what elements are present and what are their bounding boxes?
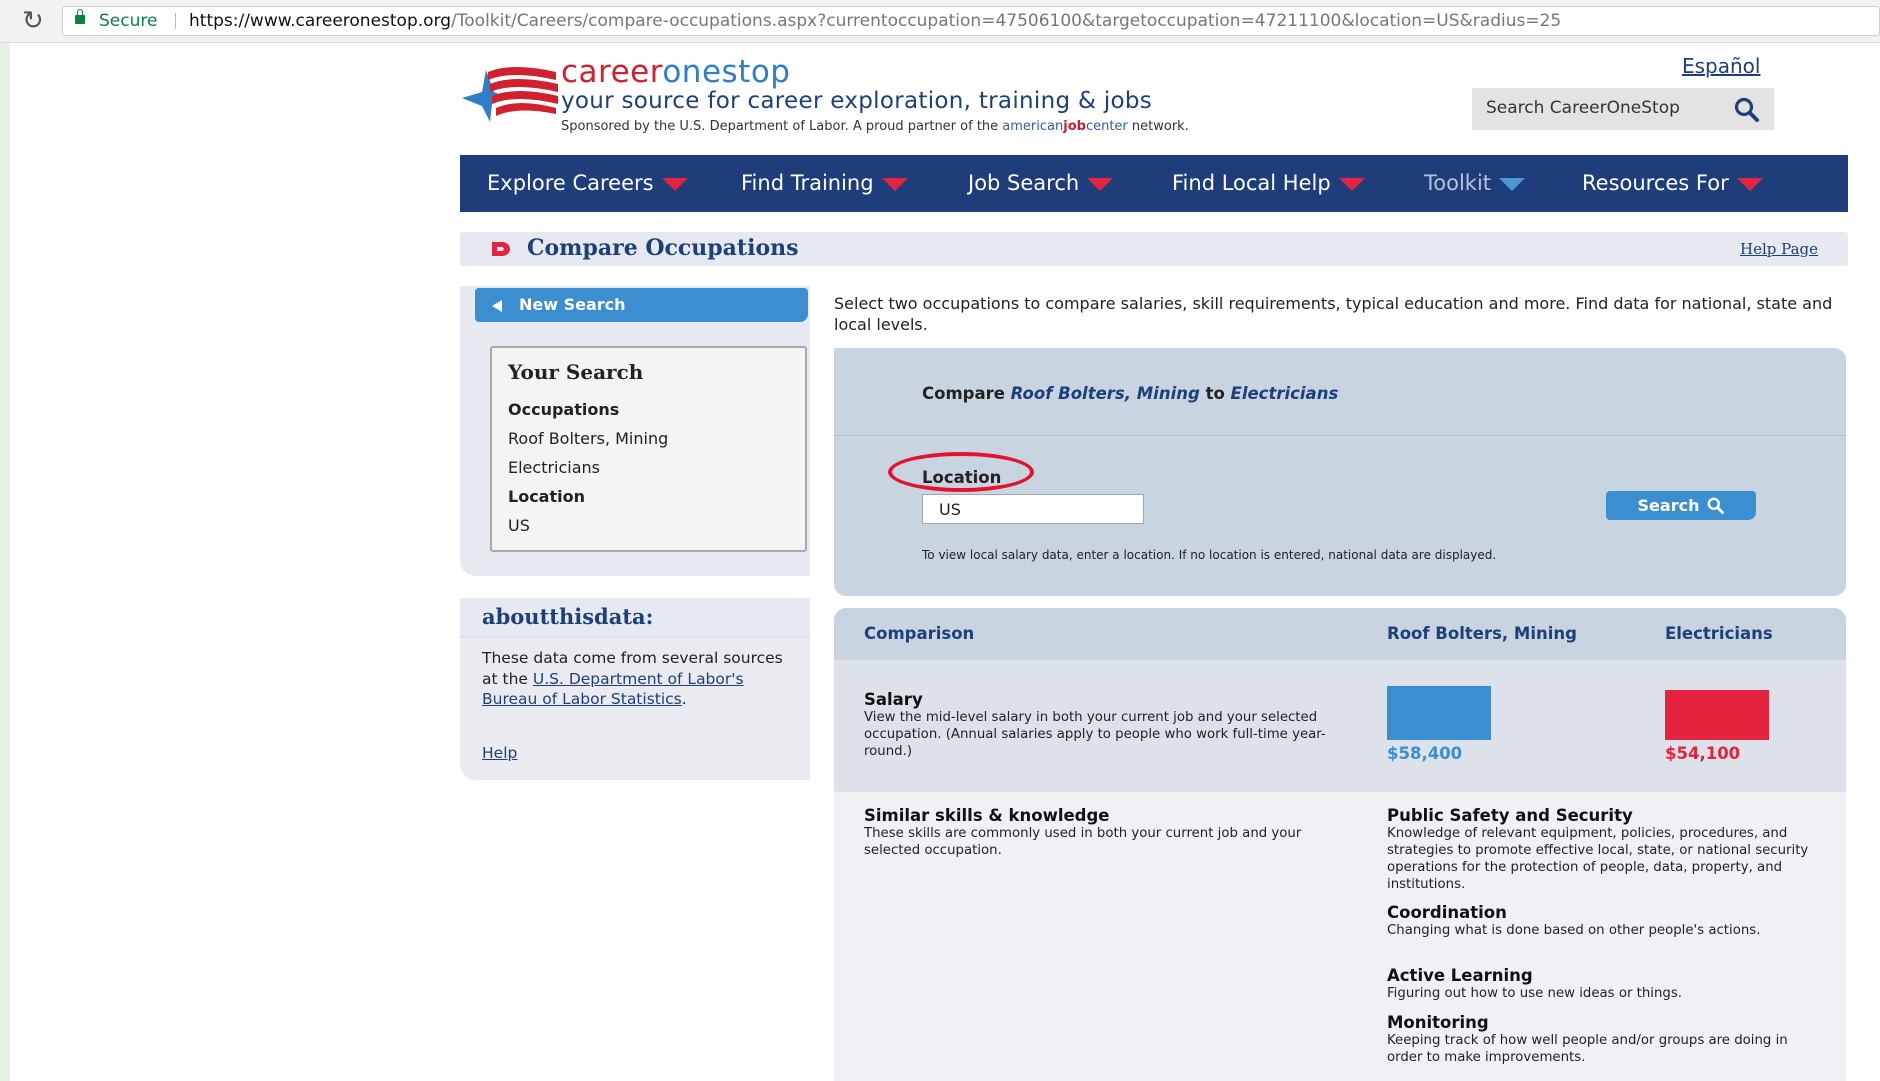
about-text: These data come from several sources at … — [482, 649, 783, 708]
salary-description: View the mid-level salary in both your c… — [864, 710, 1326, 759]
page-title: Compare Occupations — [527, 235, 799, 261]
address-separator — [175, 13, 176, 29]
location-value: US — [508, 516, 530, 535]
chevron-down-icon — [661, 177, 688, 191]
tagline: your source for career exploration, trai… — [561, 88, 1153, 114]
col-comparison: Comparison — [864, 624, 975, 643]
skill-name: Public Safety and Security — [1387, 806, 1633, 825]
col-occupation-2: Electricians — [1665, 624, 1773, 643]
salary-row: Salary View the mid-level salary in both… — [834, 660, 1846, 792]
skill-description: Figuring out how to use new ideas or thi… — [1387, 986, 1683, 1001]
nav-explore-careers[interactable]: Explore Careers — [487, 155, 688, 212]
panel-divider — [834, 435, 1846, 436]
comparison-table: Comparison Roof Bolters, Mining Electric… — [834, 608, 1846, 1081]
nav-resources-for[interactable]: Resources For — [1582, 155, 1763, 212]
chevron-down-icon — [1087, 177, 1114, 191]
new-search-button[interactable]: New Search — [475, 288, 808, 322]
compare-heading: Compare Roof Bolters, Mining to Electric… — [922, 384, 1339, 403]
your-search-box: Your Search Occupations Roof Bolters, Mi… — [490, 346, 807, 552]
salary-bar-occupation-1 — [1387, 686, 1491, 740]
sponsor-line: Sponsored by the U.S. Department of Labo… — [561, 119, 1189, 134]
skill-name: Coordination — [1387, 903, 1507, 922]
comparison-header-row: Comparison Roof Bolters, Mining Electric… — [834, 608, 1846, 660]
location-note: To view local salary data, enter a locat… — [922, 548, 1497, 562]
intro-text: Select two occupations to compare salari… — [834, 294, 1833, 334]
ajc-link[interactable]: americanjobcenter — [1002, 119, 1127, 134]
about-title: aboutthisdata: — [482, 604, 654, 629]
location-input[interactable] — [922, 494, 1144, 524]
skill-description: Changing what is done based on other peo… — [1387, 923, 1761, 938]
nav-find-local-help[interactable]: Find Local Help — [1172, 155, 1365, 212]
secure-label: Secure — [99, 11, 158, 31]
search-icon — [1708, 497, 1725, 514]
skill-description: Keeping track of how well people and/or … — [1387, 1033, 1788, 1065]
browser-toolbar: ↻ Secure https://www.careeronestop.org/T… — [0, 0, 1880, 43]
col-occupation-1: Roof Bolters, Mining — [1387, 624, 1577, 643]
salary-bar-occupation-2 — [1665, 690, 1769, 740]
location-field-label: Location — [922, 468, 1002, 487]
search-icon[interactable] — [1734, 97, 1760, 123]
main-nav: Explore Careers Find Training Job Search… — [460, 155, 1848, 212]
occupation-1: Roof Bolters, Mining — [508, 429, 669, 448]
salary-heading: Salary — [864, 690, 923, 709]
nav-job-search[interactable]: Job Search — [968, 155, 1114, 212]
back-arrow-icon — [492, 300, 502, 312]
window-edge — [0, 43, 10, 1081]
careeronestop-logo-icon[interactable] — [460, 62, 560, 124]
your-search-title: Your Search — [508, 360, 644, 384]
skill-name: Active Learning — [1387, 966, 1533, 985]
search-button[interactable]: Search — [1606, 491, 1756, 520]
compare-icon — [492, 242, 510, 256]
reload-icon[interactable]: ↻ — [22, 6, 44, 36]
chevron-down-icon — [1736, 177, 1763, 191]
nav-find-training[interactable]: Find Training — [741, 155, 908, 212]
occupation-2: Electricians — [508, 458, 601, 477]
brand-name[interactable]: careeronestop — [561, 54, 790, 90]
salary-value-occupation-2: $54,100 — [1665, 744, 1741, 763]
about-help-link[interactable]: Help — [482, 744, 517, 762]
chevron-down-icon — [881, 177, 908, 191]
address-bar[interactable]: Secure https://www.careeronestop.org/Too… — [62, 6, 1880, 36]
espanol-link[interactable]: Español — [1682, 54, 1760, 78]
page-title-bar: Compare Occupations Help Page — [460, 232, 1848, 266]
chevron-down-icon — [1338, 177, 1365, 191]
skill-description: Knowledge of relevant equipment, policie… — [1387, 826, 1809, 892]
salary-value-occupation-1: $58,400 — [1387, 744, 1463, 763]
compare-panel: Compare Roof Bolters, Mining to Electric… — [834, 348, 1846, 596]
site-search-input[interactable]: Search CareerOneStop — [1472, 88, 1774, 130]
skill-name: Monitoring — [1387, 1013, 1489, 1032]
chevron-down-icon — [1499, 177, 1526, 191]
skills-heading: Similar skills & knowledge — [864, 806, 1110, 825]
url-text[interactable]: https://www.careeronestop.org/Toolkit/Ca… — [189, 7, 1561, 35]
help-page-link[interactable]: Help Page — [1740, 240, 1818, 258]
about-this-data-box: aboutthisdata: These data come from seve… — [460, 598, 810, 780]
lock-icon — [75, 9, 85, 24]
occupations-label: Occupations — [508, 400, 620, 419]
location-label: Location — [508, 487, 585, 506]
nav-toolkit[interactable]: Toolkit — [1424, 155, 1526, 212]
skills-description: These skills are commonly used in both y… — [864, 826, 1302, 858]
